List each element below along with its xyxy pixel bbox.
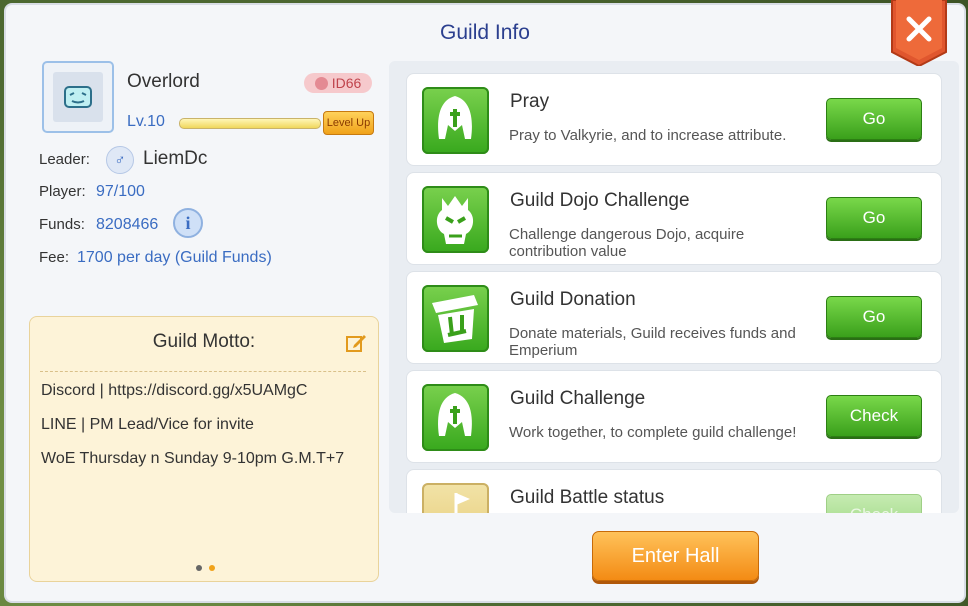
activity-title: Guild Challenge [510,388,646,409]
close-icon [891,0,947,66]
motto-line: Discord | https://discord.gg/x5UAMgC [41,382,308,399]
guild-id-badge: ID66 [304,73,372,93]
motto-divider [40,371,366,372]
emblem-icon [64,86,92,108]
pager-dot-active[interactable] [209,565,215,571]
id-badge-icon [314,76,328,90]
window-title: Guild Info [440,21,530,44]
level-progress-bar [179,118,321,129]
motto-pager[interactable] [196,565,215,571]
enter-hall-button[interactable]: Enter Hall [592,531,759,581]
castle-flag-icon [422,483,489,513]
leader-label: Leader: [39,151,90,168]
motto-title: Guild Motto: [152,331,256,352]
battle-status-check-button[interactable]: Check [826,494,922,513]
pray-go-button[interactable]: Go [826,98,922,140]
guild-challenge-check-button[interactable]: Check [826,395,922,437]
activity-title: Pray [510,91,550,112]
motto-line: WoE Thursday n Sunday 9-10pm G.M.T+7 [41,450,345,467]
activity-card-pray: Pray Pray to Valkyrie, and to increase a… [406,73,942,166]
activity-title: Guild Dojo Challenge [510,190,690,211]
guild-motto-box: Guild Motto: Discord | https://discord.g… [29,316,379,582]
male-icon: ♂ [106,146,134,174]
guild-id: ID66 [331,75,362,91]
activity-card-dojo: Guild Dojo Challenge Challenge dangerous… [406,172,942,265]
activity-desc: Donate materials, Guild receives funds a… [509,325,796,359]
guild-level: Lv.10 [127,113,165,130]
motto-line: LINE | PM Lead/Vice for invite [41,416,254,433]
guild-emblem[interactable] [42,61,114,133]
activity-desc: Challenge dangerous Dojo, acquire contri… [509,226,745,260]
info-icon[interactable]: i [173,208,203,238]
donation-box-icon [422,285,489,352]
activity-card-battle-status: Guild Battle status Check [406,469,942,513]
dojo-go-button[interactable]: Go [826,197,922,239]
fee-value: 1700 per day (Guild Funds) [77,249,272,266]
funds-label: Funds: [39,216,85,233]
valkyrie-icon [422,87,489,154]
fee-label: Fee: [39,249,70,266]
edit-icon[interactable] [345,332,367,354]
activity-card-donation: Guild Donation Donate materials, Guild r… [406,271,942,364]
activity-desc: Work together, to complete guild challen… [509,424,797,441]
guild-info-panel: Guild Info Overlord ID66 Lv.10 Level Up … [6,5,964,601]
valkyrie-icon [422,384,489,451]
activity-card-guild-challenge: Guild Challenge Work together, to comple… [406,370,942,463]
funds-value: 8208466 [96,216,159,233]
player-count: 97/100 [96,183,145,200]
demon-skull-icon [422,186,489,253]
level-up-button[interactable]: Level Up [323,111,374,135]
leader-name: LiemDc [143,148,208,169]
activity-title: Guild Donation [510,289,636,310]
player-label: Player: [39,183,86,200]
donation-go-button[interactable]: Go [826,296,922,338]
activity-list[interactable]: Pray Pray to Valkyrie, and to increase a… [389,61,959,513]
close-button[interactable] [890,0,948,66]
guild-name: Overlord [127,71,200,92]
activity-desc: Pray to Valkyrie, and to increase attrib… [509,127,787,144]
pager-dot[interactable] [196,565,202,571]
activity-title: Guild Battle status [510,487,665,508]
